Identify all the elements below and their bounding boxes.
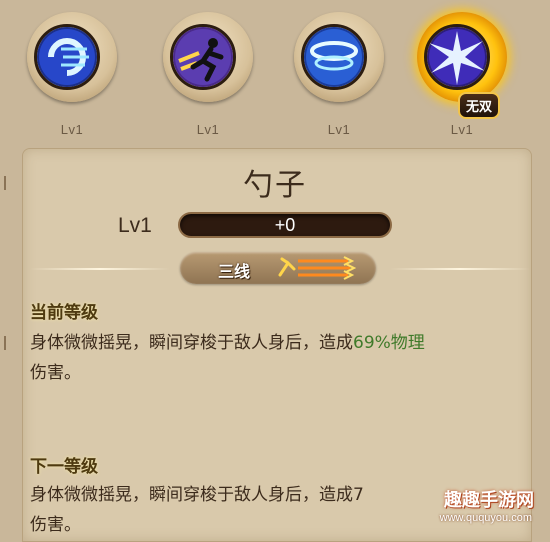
skill-slot-2[interactable]: Lv1: [158, 12, 258, 142]
edge-decoration: [4, 336, 6, 350]
skill-level: Lv1: [196, 122, 220, 137]
skill-level: Lv1: [60, 122, 84, 137]
damage-highlight: 69%物理: [353, 333, 425, 353]
current-level-title: 当前等级: [30, 303, 98, 323]
watermark-title: 趣趣手游网: [444, 490, 534, 511]
divider-right: [390, 268, 530, 270]
triple-arrow-icon: [272, 255, 357, 285]
whirlwind-icon: [301, 24, 367, 90]
skill-slot-4[interactable]: 无双 Lv1: [412, 12, 512, 142]
skill-slot-1[interactable]: Lv1: [22, 12, 122, 142]
progress-text: +0: [274, 215, 296, 235]
divider-left: [30, 268, 170, 270]
skill-name: 勺子: [243, 168, 307, 203]
skill-type-tag: 三线: [180, 252, 376, 284]
musou-badge: 无双: [458, 92, 501, 119]
skill-level: Lv1: [327, 122, 351, 137]
next-level-title: 下一等级: [30, 457, 98, 477]
current-level-description: 身体微微摇晃，瞬间穿梭于敌人身后，造成69%物理 伤害。: [30, 333, 425, 383]
swirl-slash-icon: [34, 24, 100, 90]
watermark: 趣趣手游网 www.ququyou.com: [422, 478, 542, 534]
watermark-url: www.ququyou.com: [439, 512, 532, 524]
tag-label: 三线: [218, 262, 251, 281]
dash-runner-icon: [170, 24, 236, 90]
level-progress-bar: +0: [178, 212, 392, 238]
lightning-burst-icon: [424, 24, 490, 90]
skill-level: Lv1: [450, 122, 474, 137]
skill-slot-3[interactable]: Lv1: [289, 12, 389, 142]
level-label: Lv1: [118, 214, 152, 237]
